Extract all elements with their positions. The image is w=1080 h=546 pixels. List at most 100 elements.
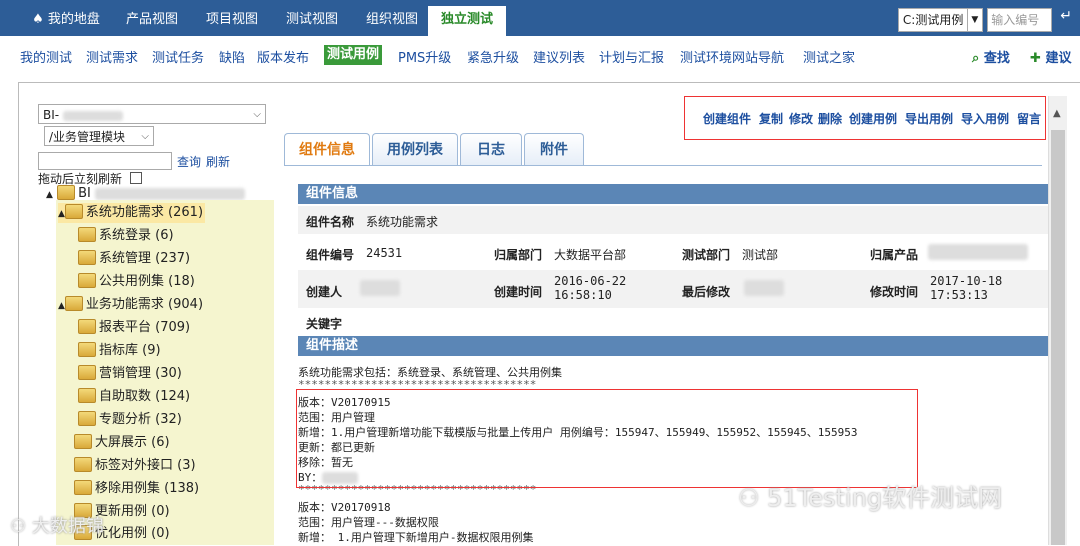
redacted-text xyxy=(94,187,245,200)
chevron-down-icon: ▼ xyxy=(967,9,978,31)
collapse-icon: ▲ xyxy=(58,209,65,219)
folder-icon xyxy=(74,434,92,449)
folder-icon xyxy=(78,388,96,403)
subnav-test-home[interactable]: 测试之家 xyxy=(803,47,855,66)
enter-icon[interactable]: ↵ xyxy=(1060,8,1072,24)
subnav-plan-report[interactable]: 计划与汇报 xyxy=(599,47,664,66)
component-name: 系统功能需求 xyxy=(366,215,439,229)
search-scope-select[interactable]: C:测试用例 ▼ xyxy=(897,8,984,32)
subnav-release[interactable]: 版本发布 xyxy=(257,47,309,66)
scroll-thumb[interactable] xyxy=(1051,130,1065,545)
desc-line: 新增： 1.用户管理下新增用户-数据权限用例集 xyxy=(298,531,534,544)
nav-tab-project[interactable]: 项目视图 xyxy=(194,6,270,36)
folder-icon xyxy=(74,457,92,472)
refresh-link[interactable]: 刷新 xyxy=(206,153,230,170)
folder-icon xyxy=(57,185,76,200)
folder-icon xyxy=(78,411,96,426)
tab-attachment[interactable]: 附件 xyxy=(524,133,584,165)
collapse-icon: ▲ xyxy=(58,301,65,311)
tab-component-info[interactable]: 组件信息 xyxy=(284,133,370,165)
export-case-link[interactable]: 导出用例 xyxy=(905,110,953,127)
subnav-env-nav[interactable]: 测试环境网站导航 xyxy=(680,47,784,66)
subnav-suggestions[interactable]: 建议列表 xyxy=(533,47,585,66)
subnav-test-task[interactable]: 测试任务 xyxy=(152,47,204,66)
import-case-link[interactable]: 导入用例 xyxy=(961,110,1009,127)
create-case-link[interactable]: 创建用例 xyxy=(849,110,897,127)
field-label: 组件编号 xyxy=(306,248,355,262)
tree-node[interactable]: 系统管理 (237) xyxy=(78,249,190,269)
folder-icon xyxy=(78,319,96,334)
tree-node[interactable]: 专题分析 (32) xyxy=(78,410,182,430)
test-dept-value: 测试部 xyxy=(742,248,779,262)
vertical-scrollbar[interactable]: ▲ xyxy=(1048,96,1067,545)
nav-tab-my-home[interactable]: ♠ 我的地盘 xyxy=(22,6,110,36)
folder-icon xyxy=(78,342,96,357)
search-input[interactable]: 输入编号 xyxy=(987,8,1053,32)
chevron-down-icon: ⌵ xyxy=(253,109,261,120)
tree-node[interactable]: 营销管理 (30) xyxy=(78,364,182,384)
tree-node[interactable]: ▲ 系统功能需求 (261) xyxy=(58,203,206,223)
action-toolbar: 创建组件 复制 修改 删除 创建用例 导出用例 导入用例 留言 xyxy=(684,96,1046,140)
project-select[interactable]: BI- ⌵ xyxy=(38,104,266,124)
edit-link[interactable]: 修改 xyxy=(789,110,813,127)
field-label: 创建时间 xyxy=(494,285,543,299)
field-label: 最后修改 xyxy=(682,285,731,299)
watermark: ⚇ 51Testing软件测试网 xyxy=(738,484,1003,512)
subnav-test-requirement[interactable]: 测试需求 xyxy=(86,47,138,66)
suggest-link[interactable]: ✚ 建议 xyxy=(1030,47,1071,66)
tree-node[interactable]: 大屏展示 (6) xyxy=(74,433,170,453)
tree-node[interactable]: 系统登录 (6) xyxy=(78,226,174,246)
field-label: 创建人 xyxy=(306,285,343,299)
tree-node[interactable]: 报表平台 (709) xyxy=(78,318,190,338)
module-tree: ▲ 系统功能需求 (261) 系统登录 (6) 系统管理 (237) 公共用例集 … xyxy=(56,200,274,545)
redacted-text xyxy=(63,110,124,121)
message-link[interactable]: 留言 xyxy=(1017,110,1041,127)
find-link[interactable]: ⌕ 查找 xyxy=(972,47,1010,66)
tree-node[interactable]: 移除用例集 (138) xyxy=(74,479,199,499)
tree-node[interactable]: ▲ 业务功能需求 (904) xyxy=(58,295,203,315)
folder-icon xyxy=(78,250,96,265)
tree-node[interactable]: 自助取数 (124) xyxy=(78,387,190,407)
nav-tab-product[interactable]: 产品视图 xyxy=(114,6,190,36)
info-row: 组件编号 24531 归属部门 大数据平台部 测试部门 测试部 归属产品 xyxy=(298,236,1048,269)
tree-node[interactable]: 指标库 (9) xyxy=(78,341,161,361)
chevron-down-icon: ⌵ xyxy=(141,131,149,142)
subnav-test-case[interactable]: 测试用例 xyxy=(324,45,383,65)
field-label: 关键字 xyxy=(306,317,343,331)
scroll-up-icon[interactable]: ▲ xyxy=(1053,108,1061,119)
delete-link[interactable]: 删除 xyxy=(818,110,842,127)
subnav-defect[interactable]: 缺陷 xyxy=(219,47,245,66)
tree-node[interactable]: 标签对外接口 (3) xyxy=(74,456,196,476)
field-label: 测试部门 xyxy=(682,248,731,262)
subnav-pms-upgrade[interactable]: PMS升级 xyxy=(398,47,451,66)
field-label: 归属部门 xyxy=(494,248,543,262)
module-select[interactable]: /业务管理模块 ⌵ xyxy=(44,126,154,146)
copy-link[interactable]: 复制 xyxy=(759,110,783,127)
highlight-box xyxy=(296,389,918,488)
section-title: 组件描述 xyxy=(298,336,1048,356)
info-row: 关键字 xyxy=(298,310,1048,335)
section-title: 组件信息 xyxy=(298,184,1048,204)
folder-icon xyxy=(78,273,96,288)
nav-tab-test[interactable]: 测试视图 xyxy=(274,6,350,36)
nav-tab-independent-test[interactable]: 独立测试 xyxy=(428,6,506,36)
desc-line: 范围：用户管理---数据权限 xyxy=(298,516,439,529)
field-label: 修改时间 xyxy=(870,285,919,299)
tree-node[interactable]: 公共用例集 (18) xyxy=(78,272,195,292)
subnav-my-test[interactable]: 我的测试 xyxy=(20,47,72,66)
tab-case-list[interactable]: 用例列表 xyxy=(372,133,458,165)
folder-icon xyxy=(64,296,83,311)
nav-tab-org[interactable]: 组织视图 xyxy=(354,6,430,36)
field-label: 组件名称 xyxy=(306,215,355,229)
subnav-urgent-upgrade[interactable]: 紧急升级 xyxy=(467,47,519,66)
field-label: 归属产品 xyxy=(870,248,919,262)
sub-nav: 我的测试 测试需求 测试任务 缺陷 版本发布 测试用例 PMS升级 紧急升级 建… xyxy=(0,44,1080,68)
folder-icon xyxy=(74,480,92,495)
plus-icon: ✚ xyxy=(1030,51,1041,66)
create-component-link[interactable]: 创建组件 xyxy=(703,110,751,127)
query-link[interactable]: 查询 xyxy=(177,153,201,170)
refresh-checkbox[interactable] xyxy=(130,172,142,184)
redacted-text xyxy=(360,280,400,296)
tab-log[interactable]: 日志 xyxy=(460,133,522,165)
tree-search-input[interactable] xyxy=(38,152,172,170)
